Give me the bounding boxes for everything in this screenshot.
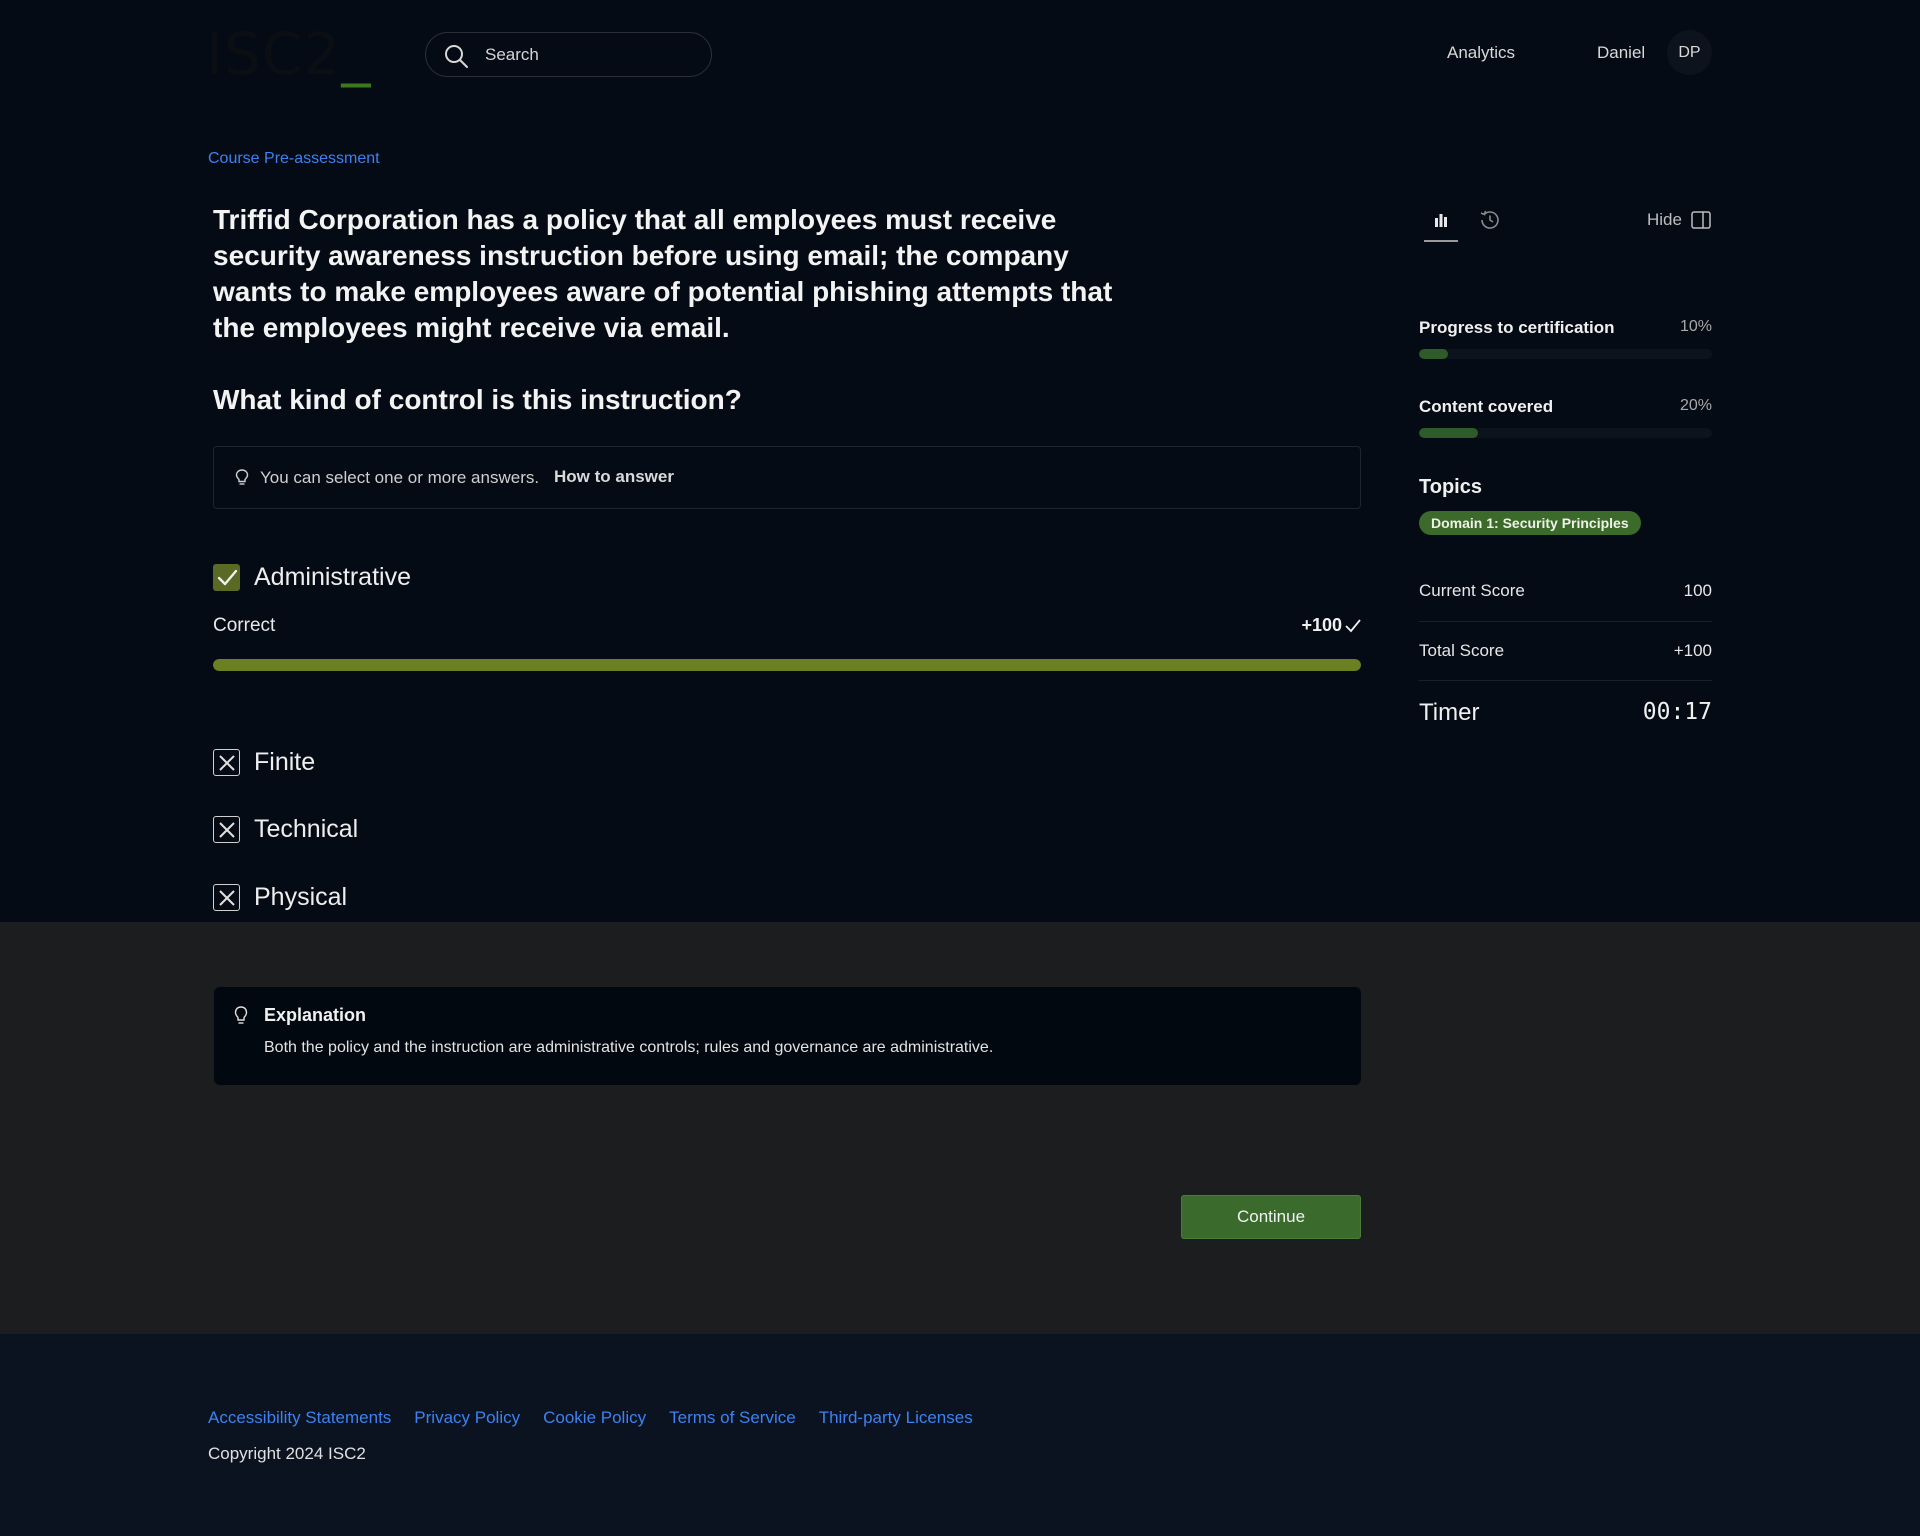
footer-link-cookie[interactable]: Cookie Policy: [543, 1408, 646, 1428]
topic-chip[interactable]: Domain 1: Security Principles: [1419, 511, 1641, 535]
footer: Accessibility Statements Privacy Policy …: [0, 1334, 1920, 1536]
logo-underscore: _: [341, 20, 372, 88]
x-icon: [218, 754, 235, 771]
lightbulb-icon: [235, 469, 249, 485]
search-input[interactable]: Search: [425, 32, 712, 77]
footer-link-accessibility[interactable]: Accessibility Statements: [208, 1408, 391, 1428]
check-icon: [217, 569, 237, 585]
logo-text: ISC2: [206, 20, 342, 88]
footer-link-terms[interactable]: Terms of Service: [669, 1408, 796, 1428]
footer-link-third-party[interactable]: Third-party Licenses: [819, 1408, 973, 1428]
divider: [1419, 621, 1712, 622]
progress-to-certification-value: 10%: [1679, 318, 1712, 335]
total-score-value: +100: [1673, 641, 1712, 660]
result-label: Correct: [213, 615, 276, 636]
breadcrumb-course-pre-assessment[interactable]: Course Pre-assessment: [208, 150, 380, 168]
answer-label: Physical: [254, 883, 348, 911]
tab-stats[interactable]: [1424, 204, 1458, 242]
answer-checkbox-incorrect[interactable]: [213, 816, 240, 843]
copyright: Copyright 2024 ISC2: [208, 1444, 366, 1463]
answer-option-physical[interactable]: Physical: [213, 883, 347, 912]
current-score-value: 100: [1683, 581, 1712, 600]
result-progress-bar: [213, 659, 1361, 671]
progress-to-certification-label: Progress to certification: [1419, 318, 1615, 337]
avatar[interactable]: DP: [1667, 30, 1712, 75]
nav-analytics-link[interactable]: Analytics: [1447, 43, 1515, 63]
explanation-title: Explanation: [264, 1005, 367, 1025]
divider: [1419, 680, 1712, 681]
explanation-text: Both the policy and the instruction are …: [264, 1039, 994, 1056]
search-placeholder: Search: [485, 45, 539, 64]
hide-panel-button[interactable]: Hide: [1647, 210, 1682, 230]
x-icon: [218, 889, 235, 906]
footer-links: Accessibility Statements Privacy Policy …: [208, 1408, 973, 1428]
timer-value: 00:17: [1642, 699, 1712, 725]
answer-label: Technical: [254, 815, 359, 843]
question-stem: Triffid Corporation has a policy that al…: [213, 204, 1113, 343]
answer-label: Administrative: [254, 563, 411, 591]
isc2-logo[interactable]: ISC2_: [206, 22, 371, 86]
total-score-label: Total Score: [1419, 641, 1505, 660]
how-to-answer-link[interactable]: How to answer: [554, 467, 674, 487]
progress-to-certification-bar: [1419, 349, 1712, 359]
explanation-section: [0, 922, 1920, 1334]
current-score-label: Current Score: [1419, 581, 1525, 600]
user-name[interactable]: Daniel: [1597, 43, 1645, 63]
bar-chart-icon: [1435, 214, 1447, 227]
result-score-value: +100: [1301, 615, 1342, 635]
progress-to-certification-fill: [1419, 349, 1449, 359]
topics-title: Topics: [1419, 476, 1482, 498]
lightbulb-icon: [234, 1006, 248, 1024]
history-icon[interactable]: [1478, 208, 1502, 232]
x-icon: [218, 821, 235, 838]
panel-toggle-icon[interactable]: [1691, 211, 1711, 229]
answer-option-administrative[interactable]: Administrative: [213, 563, 411, 592]
answer-label: Finite: [254, 748, 316, 776]
question-prompt: What kind of control is this instruction…: [213, 384, 742, 415]
top-header: ISC2_ Search Analytics Daniel DP: [0, 0, 1920, 106]
timer-label: Timer: [1419, 699, 1480, 726]
answer-checkbox-incorrect[interactable]: [213, 749, 240, 776]
answer-checkbox-checked[interactable]: [213, 564, 240, 591]
answer-option-technical[interactable]: Technical: [213, 815, 358, 844]
search-icon: [445, 45, 468, 68]
content-covered-value: 20%: [1679, 397, 1712, 414]
result-score: +100: [1298, 615, 1361, 636]
result-progress-fill: [213, 659, 1361, 671]
footer-link-privacy[interactable]: Privacy Policy: [414, 1408, 520, 1428]
hint-text: You can select one or more answers.: [260, 468, 540, 487]
checkmark-icon: [1345, 618, 1361, 632]
answer-checkbox-incorrect[interactable]: [213, 884, 240, 911]
content-covered-fill: [1419, 428, 1478, 438]
answer-option-finite[interactable]: Finite: [213, 748, 315, 777]
answer-hint-box: You can select one or more answers. How …: [213, 446, 1361, 509]
content-covered-label: Content covered: [1419, 397, 1554, 416]
explanation-box: Explanation Both the policy and the inst…: [214, 987, 1361, 1085]
content-covered-bar: [1419, 428, 1712, 438]
continue-button[interactable]: Continue: [1181, 1195, 1361, 1239]
